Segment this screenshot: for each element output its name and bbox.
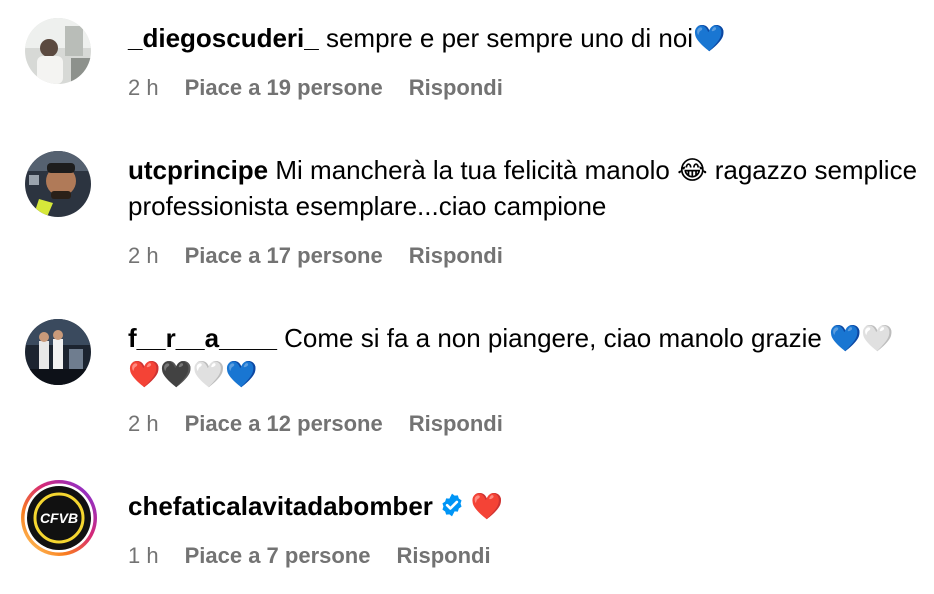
username-link[interactable]: _diegoscuderi_ xyxy=(128,23,319,53)
reply-button[interactable]: Rispondi xyxy=(396,543,490,569)
comment-text-block: f__r__a____ Come si fa a non piangere, c… xyxy=(128,320,908,392)
username-link[interactable]: f__r__a____ xyxy=(128,323,277,353)
username-link[interactable]: chefaticalavitadabomber xyxy=(128,491,433,521)
avatar[interactable] xyxy=(25,151,91,217)
comment-text-block: _diegoscuderi_ sempre e per sempre uno d… xyxy=(128,20,918,56)
timestamp[interactable]: 2 h xyxy=(128,243,159,269)
likes-count-button[interactable]: Piace a 19 persone xyxy=(185,75,383,101)
avatar-logo-text: CFVB xyxy=(40,510,78,526)
avatar-photo xyxy=(25,18,91,84)
timestamp[interactable]: 2 h xyxy=(128,75,159,101)
comment-text-block: utcprincipe Mi mancherà la tua felicità … xyxy=(128,152,918,224)
avatar[interactable] xyxy=(25,18,91,84)
comment-text: ❤️ xyxy=(470,491,504,521)
reply-button[interactable]: Rispondi xyxy=(409,243,503,269)
likes-count-button[interactable]: Piace a 17 persone xyxy=(185,243,383,269)
timestamp[interactable]: 2 h xyxy=(128,411,159,437)
timestamp[interactable]: 1 h xyxy=(128,543,159,569)
reply-button[interactable]: Rispondi xyxy=(409,75,503,101)
comment-meta: 2 h Piace a 12 persone Rispondi xyxy=(128,411,503,437)
story-ring-logo-avatar: CFVB xyxy=(21,480,97,556)
username-link[interactable]: utcprincipe xyxy=(128,155,268,185)
comment-meta: 2 h Piace a 17 persone Rispondi xyxy=(128,243,503,269)
avatar-photo xyxy=(25,151,91,217)
comment-text-block: chefaticalavitadabomber ❤️ xyxy=(128,488,918,527)
comment-text: sempre e per sempre uno di noi💙 xyxy=(325,23,726,53)
reply-button[interactable]: Rispondi xyxy=(409,411,503,437)
verified-badge-icon xyxy=(439,491,465,527)
comment-meta: 1 h Piace a 7 persone Rispondi xyxy=(128,543,491,569)
avatar[interactable]: CFVB xyxy=(20,479,98,557)
avatar-photo xyxy=(25,319,91,385)
likes-count-button[interactable]: Piace a 7 persone xyxy=(185,543,371,569)
likes-count-button[interactable]: Piace a 12 persone xyxy=(185,411,383,437)
avatar[interactable] xyxy=(25,319,91,385)
comment-meta: 2 h Piace a 19 persone Rispondi xyxy=(128,75,503,101)
